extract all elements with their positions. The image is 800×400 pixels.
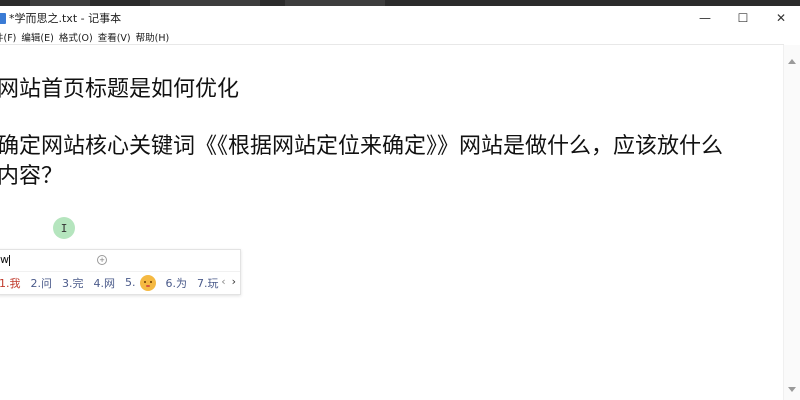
candidate-item[interactable]: 4.网 [94, 275, 116, 291]
scroll-up-icon[interactable] [788, 59, 796, 64]
menu-format[interactable]: 格式(O) [59, 30, 98, 44]
candidate-item[interactable]: 3.完 [62, 275, 84, 291]
window-controls: — ☐ ✕ [686, 6, 800, 30]
menu-help[interactable]: 帮助(H) [136, 30, 175, 44]
menu-edit[interactable]: 编辑(E) [21, 30, 58, 44]
next-page-icon[interactable]: › [232, 275, 236, 288]
candidate-item[interactable]: 2.问 [31, 275, 53, 291]
editor-line: 内容？ [0, 164, 64, 189]
close-button[interactable]: ✕ [762, 6, 800, 30]
editor-line: 确定网站核心关键词《《根据网站定位来确定》》网站是做什么，应该放什么 [0, 134, 724, 159]
vertical-scrollbar[interactable] [783, 45, 800, 400]
candidate-item[interactable]: 5. [125, 275, 156, 291]
mouse-cursor-highlight: I [53, 217, 75, 239]
ime-divider [0, 271, 240, 272]
menu-bar: 件(F) 编辑(E) 格式(O) 查看(V) 帮助(H) [0, 30, 800, 44]
notepad-icon [0, 12, 6, 24]
minimize-button[interactable]: — [686, 6, 724, 30]
candidate-item[interactable]: 6.为 [166, 275, 188, 291]
menu-view[interactable]: 查看(V) [98, 30, 136, 44]
text-editor[interactable]: 网站首页标题是如何优化 确定网站核心关键词《《根据网站定位来确定》》网站是做什么… [0, 45, 784, 400]
candidate-item[interactable]: 1.我 [0, 275, 21, 291]
text-caret [9, 254, 10, 266]
ime-candidate-window: w + 1.我 2.问 3.完 4.网 5. 6.为 7.玩 ‹ › [0, 249, 241, 295]
ime-input-text: w [0, 253, 9, 266]
candidate-item[interactable]: 7.玩 [197, 275, 219, 291]
expand-candidates-icon[interactable]: + [97, 255, 107, 265]
candidate-pager: ‹ › [221, 275, 236, 288]
kissing-face-emoji-icon [139, 275, 156, 291]
ibeam-cursor-icon: I [60, 221, 68, 235]
ime-composition: w [0, 253, 10, 266]
scroll-down-icon[interactable] [788, 387, 796, 392]
candidate-list: 1.我 2.问 3.完 4.网 5. 6.为 7.玩 [0, 275, 229, 291]
window-title: *学而思之.txt - 记事本 [9, 12, 122, 25]
prev-page-icon[interactable]: ‹ [221, 275, 225, 288]
menu-file[interactable]: 件(F) [0, 30, 21, 44]
title-bar: *学而思之.txt - 记事本 — ☐ ✕ [0, 6, 800, 30]
maximize-button[interactable]: ☐ [724, 6, 762, 30]
editor-line: 网站首页标题是如何优化 [0, 77, 240, 102]
